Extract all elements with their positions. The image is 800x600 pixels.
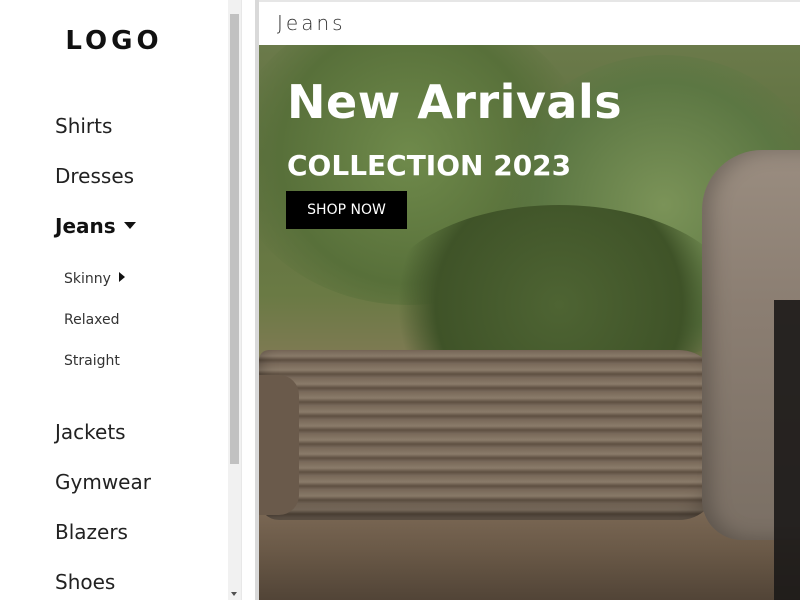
panel-divider bbox=[241, 0, 259, 600]
sidebar-scrollbar[interactable] bbox=[228, 0, 241, 600]
hero-title: New Arrivals bbox=[287, 75, 623, 129]
page-title: Jeans bbox=[277, 11, 346, 35]
sidebar-item-blazers[interactable]: Blazers bbox=[55, 520, 128, 544]
caret-right-icon bbox=[118, 272, 125, 282]
sidebar: LOGO Shirts Dresses Jeans Skinny Relaxed… bbox=[0, 0, 228, 600]
shop-now-button[interactable]: SHOP NOW bbox=[286, 191, 407, 229]
hero-log bbox=[259, 350, 719, 520]
sidebar-item-gymwear[interactable]: Gymwear bbox=[55, 470, 151, 494]
top-bar: Jeans bbox=[259, 0, 800, 45]
hero-log-end bbox=[259, 375, 299, 515]
hero-subtitle: COLLECTION 2023 bbox=[287, 149, 572, 182]
sidebar-subitem-relaxed[interactable]: Relaxed bbox=[64, 312, 120, 328]
main-content: Jeans New Arrivals COLLECTION 2023 SHOP … bbox=[259, 0, 800, 600]
scroll-down-arrow-icon[interactable] bbox=[231, 592, 237, 596]
sidebar-item-jackets[interactable]: Jackets bbox=[55, 420, 126, 444]
hero-banner: New Arrivals COLLECTION 2023 SHOP NOW bbox=[259, 45, 800, 600]
sidebar-subitem-skinny[interactable]: Skinny bbox=[64, 271, 125, 287]
sidebar-item-jeans[interactable]: Jeans bbox=[55, 214, 136, 238]
sidebar-subitem-straight[interactable]: Straight bbox=[64, 353, 120, 369]
hero-shadow bbox=[774, 300, 800, 600]
sidebar-item-dresses[interactable]: Dresses bbox=[55, 164, 134, 188]
sidebar-item-label: Jeans bbox=[55, 214, 116, 238]
sidebar-item-shoes[interactable]: Shoes bbox=[55, 570, 115, 594]
caret-down-icon bbox=[123, 222, 136, 229]
scrollbar-thumb[interactable] bbox=[230, 14, 239, 464]
logo[interactable]: LOGO bbox=[0, 26, 228, 56]
sidebar-subitem-label: Skinny bbox=[64, 271, 111, 287]
sidebar-item-shirts[interactable]: Shirts bbox=[55, 114, 112, 138]
